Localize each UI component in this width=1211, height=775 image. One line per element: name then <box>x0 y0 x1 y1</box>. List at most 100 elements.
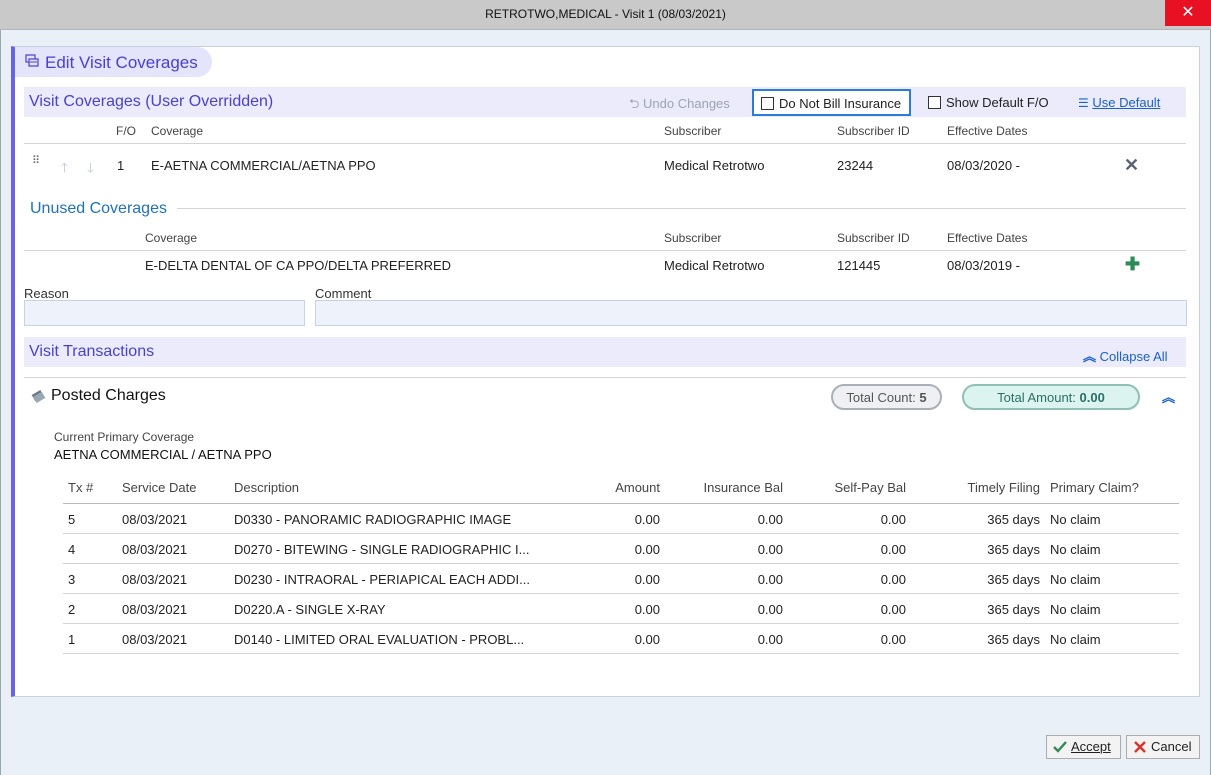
row-divider <box>63 533 1179 534</box>
tx-service-date: 08/03/2021 <box>122 632 188 647</box>
unused-coverages-title: Unused Coverages <box>30 200 167 217</box>
tx-self-pay-bal: 0.00 <box>880 572 906 587</box>
tx-insurance-bal: 0.00 <box>757 512 783 527</box>
do-not-bill-label: Do Not Bill Insurance <box>779 96 902 111</box>
tx-amount: 0.00 <box>634 572 660 587</box>
header-fo: F/O <box>116 124 136 138</box>
remove-coverage-icon[interactable]: ✕ <box>1124 155 1139 176</box>
panel-header: Edit Visit Coverages <box>15 47 212 77</box>
coverage-subscriber-id: 23244 <box>837 158 874 173</box>
edit-coverage-icon <box>25 54 39 71</box>
unused-header-subscriber: Subscriber <box>664 231 722 245</box>
comment-input[interactable] <box>315 300 1187 326</box>
tx-primary-claim: No claim <box>1050 602 1101 617</box>
tx-header-timely-filing: Timely Filing <box>967 480 1040 495</box>
move-down-icon[interactable]: 🡓 <box>87 159 94 181</box>
header-subscriber-id: Subscriber ID <box>837 124 910 138</box>
reason-input[interactable] <box>24 300 305 326</box>
use-default-button[interactable]: ☰ Use Default <box>1078 95 1160 110</box>
total-count-value: 5 <box>919 390 927 405</box>
tx-header-self-pay-bal: Self-Pay Bal <box>834 480 906 495</box>
coverage-name: E-AETNA COMMERCIAL/AETNA PPO <box>151 158 376 173</box>
tx-number: 2 <box>68 602 76 617</box>
tx-description: D0220.A - SINGLE X-RAY <box>234 602 386 617</box>
tx-header-insurance-bal: Insurance Bal <box>703 480 784 495</box>
tx-number: 3 <box>68 572 76 587</box>
tx-primary-claim: No claim <box>1050 572 1101 587</box>
edit-visit-coverages-panel: Edit Visit Coverages Visit Coverages (Us… <box>11 46 1200 697</box>
cancel-button[interactable]: Cancel <box>1126 735 1200 759</box>
total-amount-label: Total Amount: <box>997 390 1076 405</box>
tx-description: D0330 - PANORAMIC RADIOGRAPHIC IMAGE <box>234 512 512 527</box>
tx-description: D0230 - INTRAORAL - PERIAPICAL EACH ADDI… <box>234 572 530 587</box>
cancel-x-icon <box>1133 739 1147 761</box>
panel-title: Edit Visit Coverages <box>45 53 198 72</box>
tx-header-number: Tx # <box>68 480 94 495</box>
tx-amount: 0.00 <box>634 602 660 617</box>
accept-button[interactable]: Accept <box>1046 735 1121 759</box>
undo-icon: ⮌ <box>629 96 640 111</box>
posted-charges-icon <box>31 389 46 406</box>
tx-timely-filing: 365 days <box>987 512 1040 527</box>
collapse-posted-charges-icon[interactable]: ︽ <box>1162 387 1175 406</box>
reason-label: Reason <box>24 286 69 301</box>
window-title: RETROTWO,MEDICAL - Visit 1 (08/03/2021) <box>485 7 726 21</box>
header-effective-dates: Effective Dates <box>947 124 1028 138</box>
unused-coverage-name: E-DELTA DENTAL OF CA PPO/DELTA PREFERRED <box>145 258 452 273</box>
tx-header-amount: Amount <box>615 480 660 495</box>
total-amount-value: 0.00 <box>1079 390 1105 405</box>
drag-handle-icon[interactable]: ⠿ <box>32 154 40 167</box>
window-close-button[interactable]: ✕ <box>1165 0 1211 26</box>
posted-charges-title: Posted Charges <box>51 387 166 404</box>
divider <box>177 208 1186 209</box>
tx-amount: 0.00 <box>634 512 660 527</box>
tx-header-primary-claim: Primary Claim? <box>1050 480 1139 495</box>
unused-coverage-subscriber-id: 121445 <box>837 258 881 273</box>
visit-transactions-bar: Visit Transactions ︽ Collapse All <box>24 337 1186 367</box>
tx-number: 4 <box>68 542 76 557</box>
use-default-label: Use Default <box>1092 95 1161 110</box>
tx-primary-claim: No claim <box>1050 512 1101 527</box>
tx-header-description: Description <box>234 480 300 495</box>
tx-self-pay-bal: 0.00 <box>880 542 906 557</box>
tx-timely-filing: 365 days <box>987 572 1040 587</box>
row-divider <box>63 563 1179 564</box>
checkbox-icon <box>928 96 941 109</box>
do-not-bill-insurance-checkbox[interactable]: Do Not Bill Insurance <box>752 89 911 116</box>
tx-timely-filing: 365 days <box>987 632 1040 647</box>
visit-transactions-title: Visit Transactions <box>29 343 155 360</box>
undo-changes-label: Undo Changes <box>643 96 730 111</box>
header-coverage: Coverage <box>151 124 204 138</box>
tx-insurance-bal: 0.00 <box>757 572 783 587</box>
checkmark-icon <box>1053 739 1067 761</box>
unused-header-effective-dates: Effective Dates <box>947 231 1028 245</box>
visit-coverages-title: Visit Coverages (User Overridden) <box>29 93 274 110</box>
window-titlebar: RETROTWO,MEDICAL - Visit 1 (08/03/2021) … <box>0 0 1211 30</box>
total-count-badge: Total Count: 5 <box>831 384 942 410</box>
tx-insurance-bal: 0.00 <box>757 602 783 617</box>
checkbox-icon <box>761 97 774 110</box>
accept-label: Accept <box>1071 739 1111 754</box>
row-divider <box>63 653 1179 654</box>
tx-self-pay-bal: 0.00 <box>880 602 906 617</box>
visit-coverages-bar: Visit Coverages (User Overridden) ⮌ Undo… <box>24 87 1186 117</box>
divider <box>63 503 1179 504</box>
coverage-fo: 1 <box>117 158 125 173</box>
tx-amount: 0.00 <box>634 542 660 557</box>
move-up-icon[interactable]: 🡑 <box>61 159 68 181</box>
tx-header-service-date: Service Date <box>122 480 197 495</box>
tx-description: D0270 - BITEWING - SINGLE RADIOGRAPHIC I… <box>234 542 530 557</box>
show-default-fo-checkbox[interactable]: Show Default F/O <box>928 95 1049 110</box>
add-coverage-icon[interactable]: ✚ <box>1125 254 1140 275</box>
coverage-effective-dates: 08/03/2020 - <box>947 158 1021 173</box>
tx-service-date: 08/03/2021 <box>122 512 188 527</box>
tx-description: D0140 - LIMITED ORAL EVALUATION - PROBL.… <box>234 632 525 647</box>
show-default-label: Show Default F/O <box>946 95 1049 110</box>
tx-self-pay-bal: 0.00 <box>880 512 906 527</box>
collapse-all-button[interactable]: ︽ Collapse All <box>1083 346 1168 365</box>
unused-coverage-effective-dates: 08/03/2019 - <box>947 258 1021 273</box>
row-divider <box>63 593 1179 594</box>
tx-self-pay-bal: 0.00 <box>880 632 906 647</box>
undo-changes-button[interactable]: ⮌ Undo Changes <box>629 95 730 117</box>
current-primary-value: AETNA COMMERCIAL / AETNA PPO <box>54 447 272 462</box>
